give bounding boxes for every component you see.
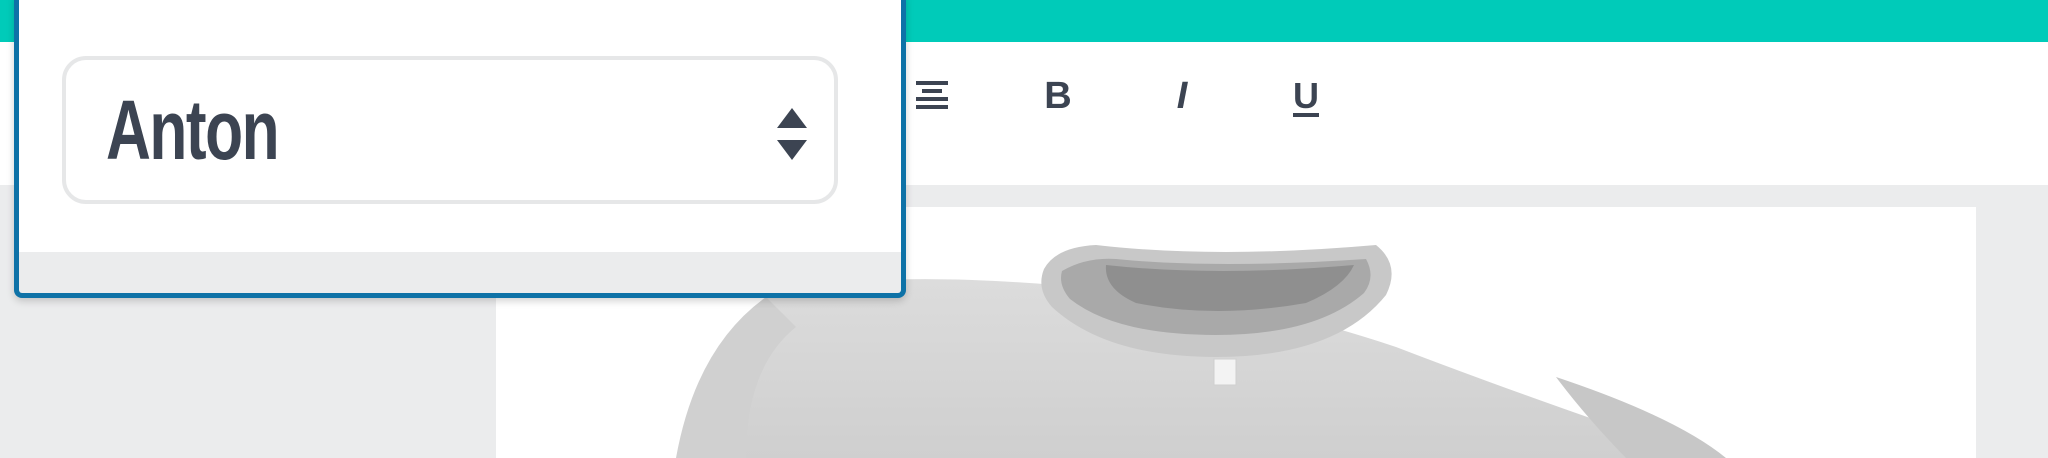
font-family-select[interactable]: Anton — [62, 56, 838, 204]
align-center-icon — [916, 81, 948, 109]
font-picker-panel: Anton — [19, 0, 901, 252]
bold-button[interactable]: B — [1034, 72, 1082, 120]
italic-button[interactable]: I — [1158, 72, 1206, 120]
up-down-chevron-icon — [777, 108, 807, 160]
font-picker-popover: Anton — [14, 0, 906, 298]
underline-button[interactable]: U — [1282, 72, 1330, 120]
selected-font-label: Anton — [106, 83, 280, 177]
align-center-button[interactable] — [908, 72, 956, 120]
